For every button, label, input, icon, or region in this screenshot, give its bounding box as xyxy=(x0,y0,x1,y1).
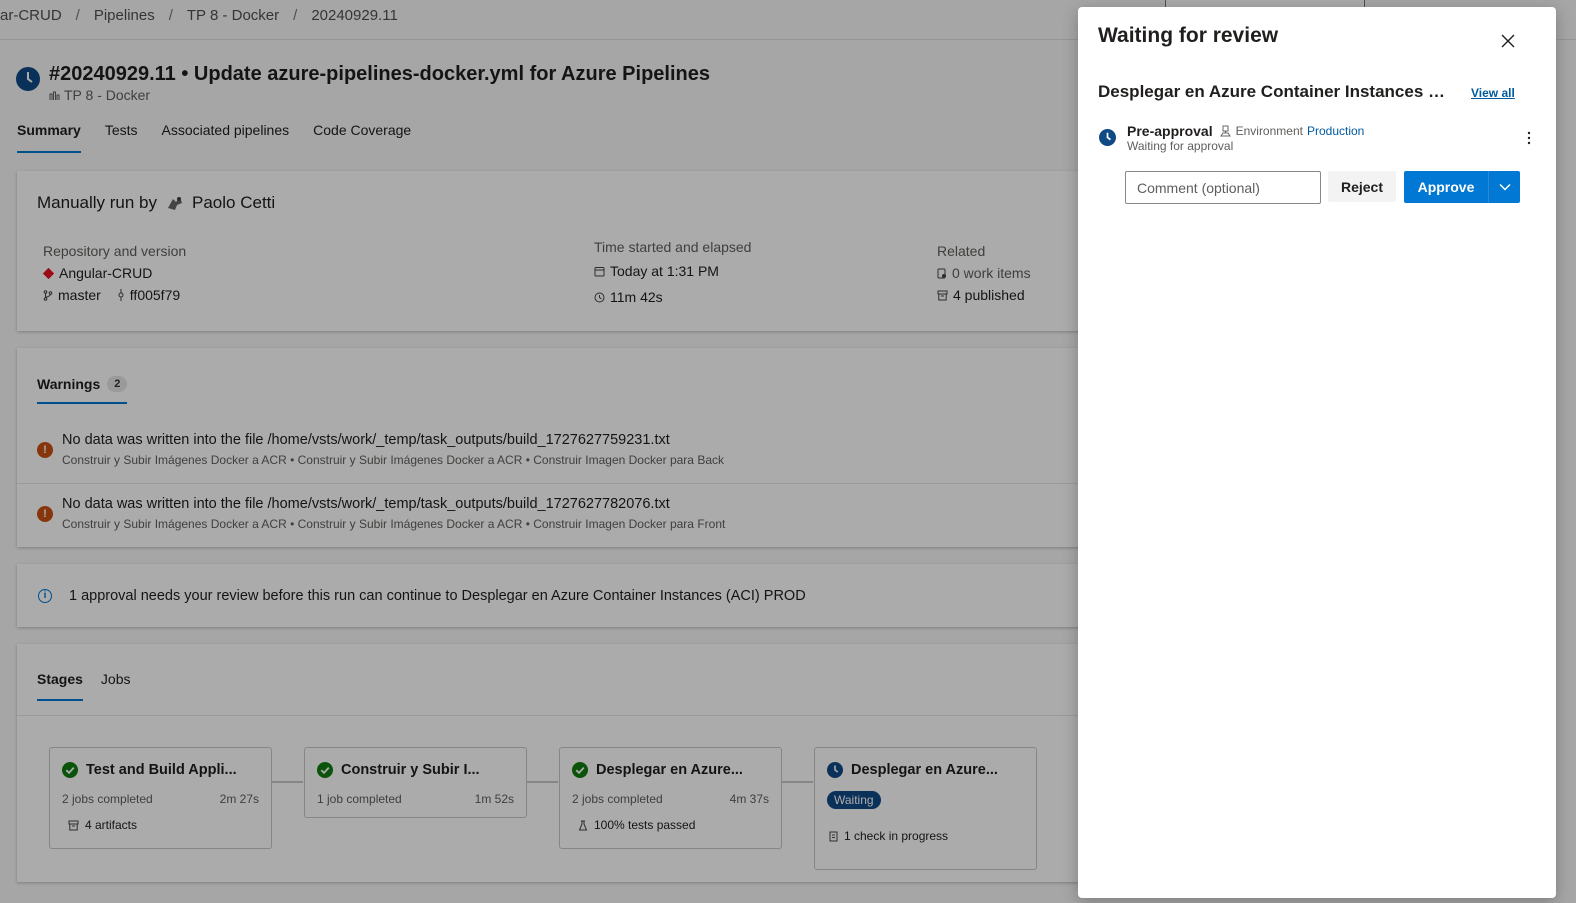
approval-stage-name: Desplegar en Azure Container Instances (… xyxy=(1098,82,1448,101)
environment-link[interactable]: Production xyxy=(1307,124,1364,138)
approval-status: Waiting for approval xyxy=(1127,139,1234,153)
approval-environment: Environment Production xyxy=(1219,124,1364,138)
approve-options-button[interactable] xyxy=(1488,171,1520,203)
waiting-clock-icon xyxy=(1099,129,1116,146)
approval-title: Pre-approval xyxy=(1127,123,1213,139)
view-all-link[interactable]: View all xyxy=(1471,86,1515,100)
approval-header: Pre-approval Environment Production xyxy=(1127,123,1364,139)
chevron-down-icon xyxy=(1498,183,1511,191)
environment-label: Environment xyxy=(1235,124,1303,138)
approve-button[interactable]: Approve xyxy=(1404,171,1488,203)
close-icon[interactable] xyxy=(1497,30,1519,52)
comment-input[interactable] xyxy=(1125,171,1321,204)
environment-icon xyxy=(1219,125,1231,137)
reject-button[interactable]: Reject xyxy=(1328,171,1396,202)
panel-title: Waiting for review xyxy=(1098,24,1279,47)
more-options-icon[interactable] xyxy=(1526,131,1532,145)
review-panel: Waiting for review Desplegar en Azure Co… xyxy=(1078,7,1556,898)
